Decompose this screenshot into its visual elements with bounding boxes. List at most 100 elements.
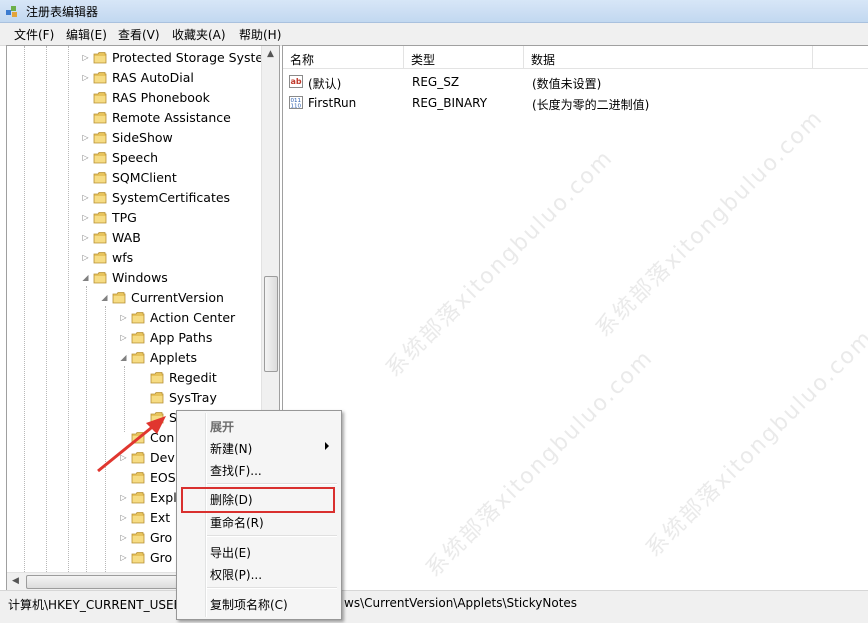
menu-file[interactable]: 文件(F) bbox=[14, 26, 54, 43]
tree-node[interactable]: SQMClient bbox=[7, 168, 261, 188]
collapsed-arrow-icon[interactable]: ▷ bbox=[119, 333, 128, 342]
folder-icon bbox=[150, 412, 164, 424]
menu-view[interactable]: 查看(V) bbox=[118, 26, 160, 43]
folder-icon bbox=[93, 72, 107, 84]
menu-item-export[interactable]: 导出(E) bbox=[179, 540, 339, 562]
folder-icon bbox=[93, 212, 107, 224]
tree-node[interactable]: ▷ WAB bbox=[7, 228, 261, 248]
tree-node-label: Dev bbox=[150, 450, 175, 465]
collapsed-arrow-icon[interactable]: ▷ bbox=[81, 53, 90, 62]
value-row[interactable]: ab (默认) REG_SZ (数值未设置) bbox=[283, 71, 843, 93]
tree-node-label: SQMClient bbox=[112, 170, 177, 185]
menu-edit[interactable]: 编辑(E) bbox=[66, 26, 107, 43]
folder-icon bbox=[93, 52, 107, 64]
tree-node[interactable]: ▷ Action Center bbox=[7, 308, 261, 328]
folder-icon bbox=[131, 512, 145, 524]
collapsed-arrow-icon[interactable]: ▷ bbox=[119, 493, 128, 502]
collapsed-arrow-icon[interactable]: ▷ bbox=[81, 213, 90, 222]
tree-node[interactable]: ▷ wfs bbox=[7, 248, 261, 268]
tree-node-label: EOS bbox=[150, 470, 176, 485]
collapsed-arrow-icon[interactable]: ▷ bbox=[119, 533, 128, 542]
tree-node-label: RAS Phonebook bbox=[112, 90, 210, 105]
tree-node[interactable]: ▷ RAS AutoDial bbox=[7, 68, 261, 88]
scroll-left-icon[interactable]: ◀ bbox=[7, 573, 24, 590]
tree-node[interactable]: ▷ Speech bbox=[7, 148, 261, 168]
value-name: (默认) bbox=[308, 77, 342, 91]
tree-node[interactable]: ▷ TPG bbox=[7, 208, 261, 228]
tree-node-label: Gro bbox=[150, 550, 173, 565]
collapsed-arrow-icon[interactable]: ▷ bbox=[81, 193, 90, 202]
scroll-thumb[interactable] bbox=[264, 276, 278, 372]
folder-icon bbox=[93, 152, 107, 164]
menu-separator bbox=[207, 535, 337, 537]
menu-separator bbox=[207, 587, 337, 589]
tree-node[interactable]: ◢ Applets bbox=[7, 348, 261, 368]
folder-icon bbox=[131, 452, 145, 464]
menu-item-new[interactable]: 新建(N) bbox=[179, 436, 339, 458]
watermark: 系统部落xitongbuluo.com bbox=[421, 345, 659, 583]
folder-icon bbox=[150, 372, 164, 384]
tree-node-label: Speech bbox=[112, 150, 159, 165]
collapsed-arrow-icon[interactable]: ▷ bbox=[119, 453, 128, 462]
tree-node[interactable]: Regedit bbox=[7, 368, 261, 388]
watermark: 系统部落xitongbuluo.com bbox=[641, 325, 868, 563]
collapsed-arrow-icon[interactable]: ▷ bbox=[81, 73, 90, 82]
menu-help[interactable]: 帮助(H) bbox=[239, 26, 281, 43]
tree-node-label: Remote Assistance bbox=[112, 110, 231, 125]
watermark: 系统部落xitongbuluo.com bbox=[381, 145, 619, 383]
collapsed-arrow-icon[interactable]: ▷ bbox=[119, 313, 128, 322]
menu-item-expand[interactable]: 展开 bbox=[179, 414, 339, 436]
menu-bar: 文件(F) 编辑(E) 查看(V) 收藏夹(A) 帮助(H) bbox=[0, 23, 868, 46]
menu-favorites[interactable]: 收藏夹(A) bbox=[172, 26, 226, 43]
expanded-arrow-icon[interactable]: ◢ bbox=[119, 353, 128, 362]
expanded-arrow-icon[interactable]: ◢ bbox=[100, 293, 109, 302]
tree-node-label: Windows bbox=[112, 270, 168, 285]
column-header-type[interactable]: 类型 bbox=[404, 46, 524, 69]
folder-icon bbox=[93, 252, 107, 264]
tree-node-label: Protected Storage System Provider bbox=[112, 50, 279, 65]
folder-icon bbox=[93, 232, 107, 244]
column-header-data[interactable]: 数据 bbox=[524, 46, 813, 69]
collapsed-arrow-icon[interactable]: ▷ bbox=[119, 513, 128, 522]
expanded-arrow-icon[interactable]: ◢ bbox=[81, 273, 90, 282]
menu-item-copy-key-name[interactable]: 复制项名称(C) bbox=[179, 592, 339, 614]
menu-item-find[interactable]: 查找(F)... bbox=[179, 458, 339, 480]
tree-node[interactable]: RAS Phonebook bbox=[7, 88, 261, 108]
tree-node-label: SystemCertificates bbox=[112, 190, 231, 205]
folder-icon bbox=[131, 312, 145, 324]
column-header-name[interactable]: 名称 bbox=[283, 46, 404, 69]
menu-item-permissions[interactable]: 权限(P)... bbox=[179, 562, 339, 584]
string-value-icon: ab bbox=[289, 75, 303, 88]
collapsed-arrow-icon[interactable]: ▷ bbox=[81, 153, 90, 162]
tree-node[interactable]: SysTray bbox=[7, 388, 261, 408]
tree-node[interactable]: ▷ App Paths bbox=[7, 328, 261, 348]
value-name: FirstRun bbox=[308, 96, 357, 110]
tree-node-label: Expl bbox=[150, 490, 177, 505]
collapsed-arrow-icon[interactable]: ▷ bbox=[81, 233, 90, 242]
tree-node[interactable]: ▷ Protected Storage System Provider bbox=[7, 48, 279, 68]
folder-icon bbox=[131, 332, 145, 344]
values-pane[interactable]: 名称 类型 数据 ab (默认) REG_SZ (数值未设置) 011 110 … bbox=[282, 45, 868, 591]
folder-icon bbox=[131, 492, 145, 504]
collapsed-arrow-icon[interactable]: ▷ bbox=[81, 133, 90, 142]
folder-icon bbox=[93, 172, 107, 184]
value-row[interactable]: 011 110 FirstRun REG_BINARY (长度为零的二进制值) bbox=[283, 92, 843, 114]
tree-node-label: SysTray bbox=[169, 390, 217, 405]
menu-item-rename[interactable]: 重命名(R) bbox=[179, 510, 339, 532]
folder-icon bbox=[150, 392, 164, 404]
tree-node[interactable]: ▷ SideShow bbox=[7, 128, 261, 148]
tree-node[interactable]: ◢ Windows bbox=[7, 268, 261, 288]
folder-icon bbox=[131, 552, 145, 564]
collapsed-arrow-icon[interactable]: ▷ bbox=[81, 253, 90, 262]
collapsed-arrow-icon[interactable]: ▷ bbox=[119, 553, 128, 562]
scroll-up-icon[interactable]: ▲ bbox=[262, 46, 279, 63]
tree-node[interactable]: ◢ CurrentVersion bbox=[7, 288, 261, 308]
folder-icon bbox=[93, 112, 107, 124]
folder-icon bbox=[93, 92, 107, 104]
context-menu: 展开 新建(N) 查找(F)... 删除(D) 重命名(R) 导出(E) 权限(… bbox=[176, 410, 342, 620]
tree-node[interactable]: Remote Assistance bbox=[7, 108, 261, 128]
tree-node[interactable]: ▷ SystemCertificates bbox=[7, 188, 261, 208]
tree-node-label: RAS AutoDial bbox=[112, 70, 194, 85]
svg-text:110: 110 bbox=[291, 104, 302, 110]
tree-node-label: App Paths bbox=[150, 330, 213, 345]
